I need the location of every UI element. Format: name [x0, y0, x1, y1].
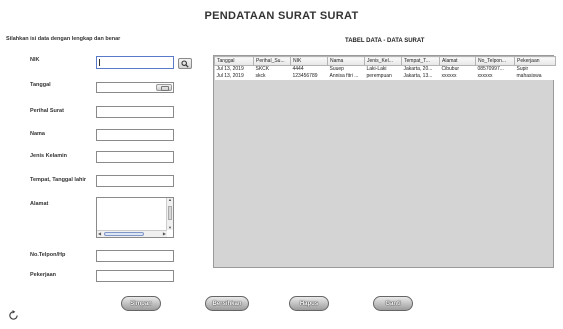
jenis-kelamin-input[interactable] — [96, 151, 174, 163]
telpon-input[interactable] — [96, 250, 174, 262]
perihal-input[interactable] — [96, 106, 174, 118]
alamat-label: Alamat — [30, 201, 49, 207]
alamat-horizontal-scrollbar[interactable]: ◀ ▶ — [97, 230, 167, 237]
nama-input[interactable] — [96, 129, 174, 141]
table-cell: Jakarta, 13... — [401, 72, 440, 80]
column-header[interactable]: Tanggal — [214, 56, 254, 66]
column-header[interactable]: Tempat_T... — [401, 56, 440, 66]
table-cell: perempuan — [364, 72, 402, 80]
column-header[interactable]: NIK — [290, 56, 328, 66]
table-cell: mahasiswa — [514, 72, 556, 80]
ttl-label: Tempat, Tanggal lahir — [30, 177, 87, 183]
scroll-down-icon[interactable]: ▼ — [168, 226, 172, 230]
column-header[interactable]: Pekerjaan — [514, 56, 556, 66]
pekerjaan-input[interactable] — [96, 270, 174, 282]
search-button[interactable] — [178, 58, 192, 69]
table-cell: Jul 13, 2019 — [214, 65, 254, 73]
pekerjaan-label: Pekerjaan — [30, 272, 56, 278]
hapus-button[interactable]: Hapus — [289, 296, 329, 311]
tanggal-date-picker[interactable] — [96, 82, 174, 93]
column-header[interactable]: Nama — [327, 56, 365, 66]
refresh-button[interactable] — [7, 309, 19, 321]
table-title: TABEL DATA - DATA SURAT — [345, 38, 425, 44]
jenis-kelamin-label: Jenis Kelamin — [30, 153, 67, 159]
scroll-thumb[interactable] — [168, 206, 172, 220]
data-table-panel: Tanggal Perihal_Su... NIK Nama Jenis_Kel… — [213, 55, 556, 268]
table-cell: Suuep — [327, 65, 365, 73]
table-cell: Cibubur — [439, 65, 476, 73]
refresh-icon — [8, 309, 18, 320]
search-icon — [181, 59, 189, 68]
data-table: Tanggal Perihal_Su... NIK Nama Jenis_Kel… — [214, 56, 556, 80]
tanggal-label: Tanggal — [30, 82, 51, 88]
scroll-thumb[interactable] — [104, 232, 144, 236]
table-cell: Laki-Laki — [364, 65, 402, 73]
table-cell: SKCK — [253, 65, 291, 73]
alamat-textarea[interactable]: ▲ ▼ ◀ ▶ — [96, 197, 174, 238]
bersihkan-button[interactable]: Bersihkan — [205, 296, 249, 311]
scroll-right-icon[interactable]: ▶ — [163, 231, 166, 237]
app-title: PENDATAAN SURAT SURAT — [204, 10, 359, 22]
table-cell: xxxxxx — [439, 72, 476, 80]
column-header[interactable]: Jenis_Kel... — [364, 56, 402, 66]
table-cell: xxxxxx — [475, 72, 515, 80]
nik-label: NIK — [30, 57, 40, 63]
ttl-input[interactable] — [96, 175, 174, 187]
simpan-button[interactable]: Simpan — [121, 296, 161, 311]
ganti-button[interactable]: Ganti — [373, 296, 413, 311]
form-instruction: Silahkan isi data dengan lengkap dan ben… — [6, 36, 121, 42]
scroll-left-icon[interactable]: ◀ — [98, 231, 101, 237]
table-cell: Supir — [514, 65, 556, 73]
table-cell: 4444 — [290, 65, 328, 73]
table-header-row: Tanggal Perihal_Su... NIK Nama Jenis_Kel… — [214, 56, 556, 66]
table-cell: Annisa fitri ... — [327, 72, 365, 80]
table-cell: 123456789 — [290, 72, 328, 80]
table-cell: 08570997... — [475, 65, 515, 73]
column-header[interactable]: No_Telpon... — [475, 56, 515, 66]
column-header[interactable]: Perihal_Su... — [253, 56, 291, 66]
column-header[interactable]: Alamat — [439, 56, 476, 66]
table-row[interactable]: Jul 13, 2019 skck 123456789 Annisa fitri… — [214, 72, 556, 80]
calendar-icon[interactable] — [156, 84, 172, 91]
perihal-label: Perihal Surat — [30, 108, 64, 114]
table-cell: Jul 13, 2019 — [214, 72, 254, 80]
scroll-up-icon[interactable]: ▲ — [168, 198, 172, 202]
nik-input[interactable] — [96, 56, 174, 69]
telpon-label: No.Telpon/Hp — [30, 252, 66, 258]
alamat-vertical-scrollbar[interactable]: ▲ ▼ — [166, 198, 173, 230]
nama-label: Nama — [30, 131, 45, 137]
table-cell: Jakarta, 20... — [401, 65, 440, 73]
table-cell: skck — [253, 72, 291, 80]
table-row[interactable]: Jul 13, 2019 SKCK 4444 Suuep Laki-Laki J… — [214, 65, 556, 73]
